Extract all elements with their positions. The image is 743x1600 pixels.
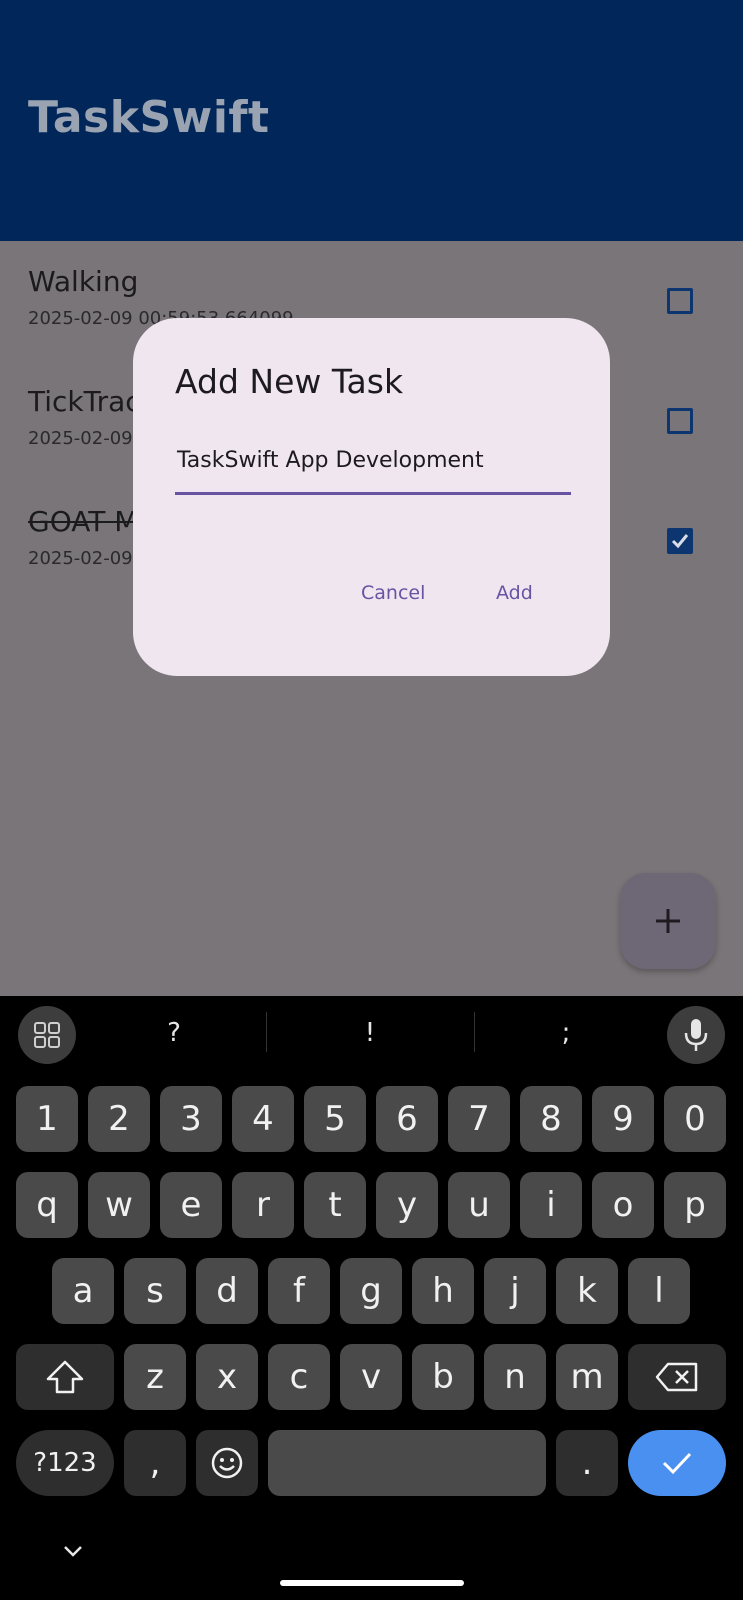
key-e[interactable]: e xyxy=(160,1172,222,1238)
suggestion[interactable]: ? xyxy=(154,1018,194,1048)
dialog-title: Add New Task xyxy=(175,362,404,401)
key-t[interactable]: t xyxy=(304,1172,366,1238)
key-q[interactable]: q xyxy=(16,1172,78,1238)
key-z[interactable]: z xyxy=(124,1344,186,1410)
key-u[interactable]: u xyxy=(448,1172,510,1238)
key-5[interactable]: 5 xyxy=(304,1086,366,1152)
grid-icon xyxy=(34,1022,60,1048)
plus-icon xyxy=(656,909,680,933)
shift-key[interactable] xyxy=(16,1344,114,1410)
key-n[interactable]: n xyxy=(484,1344,546,1410)
key-i[interactable]: i xyxy=(520,1172,582,1238)
add-button[interactable]: Add xyxy=(496,582,533,604)
task-date: 2025-02-09 xyxy=(28,428,133,449)
key-b[interactable]: b xyxy=(412,1344,474,1410)
chevron-down-icon[interactable] xyxy=(62,1544,84,1558)
period-key[interactable]: . xyxy=(556,1430,618,1496)
done-key[interactable] xyxy=(628,1430,726,1496)
key-m[interactable]: m xyxy=(556,1344,618,1410)
shift-icon xyxy=(46,1360,84,1394)
suggestion[interactable]: ! xyxy=(350,1018,390,1048)
key-l[interactable]: l xyxy=(628,1258,690,1324)
microphone-icon xyxy=(684,1019,708,1051)
space-key[interactable] xyxy=(268,1430,546,1496)
task-checkbox[interactable] xyxy=(667,408,693,434)
key-o[interactable]: o xyxy=(592,1172,654,1238)
key-d[interactable]: d xyxy=(196,1258,258,1324)
key-r[interactable]: r xyxy=(232,1172,294,1238)
task-title: Walking xyxy=(28,265,139,298)
key-8[interactable]: 8 xyxy=(520,1086,582,1152)
key-a[interactable]: a xyxy=(52,1258,114,1324)
task-title: GOAT M xyxy=(28,505,139,538)
on-screen-keyboard: ? ! ; 1 2 3 4 5 6 7 8 9 0 q w e r t y u … xyxy=(0,996,743,1600)
add-task-fab[interactable] xyxy=(620,873,716,969)
task-name-input[interactable]: TaskSwift App Development xyxy=(175,440,571,495)
suggestion[interactable]: ; xyxy=(546,1018,586,1048)
comma-key[interactable]: , xyxy=(124,1430,186,1496)
key-0[interactable]: 0 xyxy=(664,1086,726,1152)
key-4[interactable]: 4 xyxy=(232,1086,294,1152)
key-y[interactable]: y xyxy=(376,1172,438,1238)
gesture-nav-bar[interactable] xyxy=(280,1580,464,1586)
check-icon xyxy=(671,534,689,549)
task-checkbox-checked[interactable] xyxy=(667,528,693,554)
cancel-button[interactable]: Cancel xyxy=(361,582,425,604)
divider xyxy=(474,1012,475,1052)
task-checkbox[interactable] xyxy=(667,288,693,314)
divider xyxy=(266,1012,267,1052)
suggestion-strip: ? ! ; xyxy=(0,996,743,1068)
apps-grid-button[interactable] xyxy=(18,1006,76,1064)
key-7[interactable]: 7 xyxy=(448,1086,510,1152)
key-2[interactable]: 2 xyxy=(88,1086,150,1152)
voice-input-button[interactable] xyxy=(667,1006,725,1064)
task-name-value: TaskSwift App Development xyxy=(177,448,484,473)
key-k[interactable]: k xyxy=(556,1258,618,1324)
emoji-icon xyxy=(211,1447,243,1479)
key-3[interactable]: 3 xyxy=(160,1086,222,1152)
app-title: TaskSwift xyxy=(28,92,270,143)
key-f[interactable]: f xyxy=(268,1258,330,1324)
app-bar: TaskSwift xyxy=(0,0,743,241)
key-x[interactable]: x xyxy=(196,1344,258,1410)
key-c[interactable]: c xyxy=(268,1344,330,1410)
key-w[interactable]: w xyxy=(88,1172,150,1238)
backspace-icon xyxy=(655,1362,698,1392)
emoji-key[interactable] xyxy=(196,1430,258,1496)
key-g[interactable]: g xyxy=(340,1258,402,1324)
symbols-key[interactable]: ?123 xyxy=(16,1430,114,1496)
key-1[interactable]: 1 xyxy=(16,1086,78,1152)
key-h[interactable]: h xyxy=(412,1258,474,1324)
key-p[interactable]: p xyxy=(664,1172,726,1238)
key-v[interactable]: v xyxy=(340,1344,402,1410)
key-9[interactable]: 9 xyxy=(592,1086,654,1152)
task-date: 2025-02-09 xyxy=(28,548,133,569)
backspace-key[interactable] xyxy=(628,1344,726,1410)
key-s[interactable]: s xyxy=(124,1258,186,1324)
add-task-dialog: Add New Task TaskSwift App Development C… xyxy=(133,318,610,676)
key-j[interactable]: j xyxy=(484,1258,546,1324)
key-6[interactable]: 6 xyxy=(376,1086,438,1152)
checkmark-icon xyxy=(662,1452,692,1475)
